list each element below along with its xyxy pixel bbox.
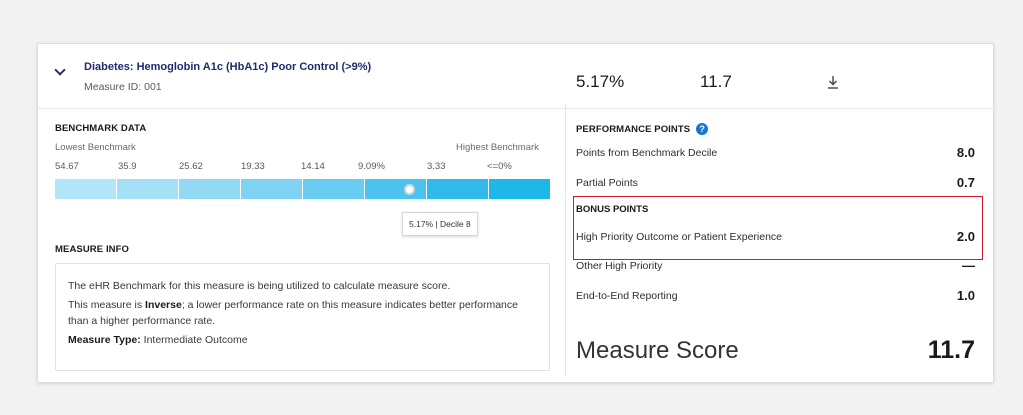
benchmark-decile-segment <box>55 179 117 199</box>
benchmark-tick: 54.67 <box>55 161 79 172</box>
benchmark-decile-segment <box>179 179 241 199</box>
download-icon[interactable] <box>826 74 840 90</box>
benchmark-decile-segment <box>241 179 303 199</box>
benchmark-decile-segment <box>489 179 550 199</box>
benchmark-decile-segment <box>427 179 489 199</box>
measure-score-label: Measure Score <box>576 337 739 364</box>
bonus-row-label: Other High Priority <box>576 260 663 272</box>
info-line-type: Measure Type: Intermediate Outcome <box>68 332 537 348</box>
performance-points-heading: PERFORMANCE POINTS <box>576 123 691 135</box>
chevron-down-icon[interactable] <box>54 64 66 76</box>
measure-type-value: Intermediate Outcome <box>140 334 248 346</box>
measure-id: Measure ID: 001 <box>84 81 162 93</box>
bonus-row-value: 1.0 <box>956 288 975 303</box>
highest-benchmark-label: Highest Benchmark <box>456 142 539 153</box>
points-row-label: Partial Points <box>576 177 638 189</box>
measure-score-value: 11.7 <box>927 336 975 364</box>
info-line-inverse: This measure is Inverse; a lower perform… <box>68 297 537 329</box>
benchmark-tick: 14.14 <box>301 161 325 172</box>
info-line-benchmark: The eHR Benchmark for this measure is be… <box>68 280 451 292</box>
bonus-points-heading: BONUS POINTS <box>576 204 649 215</box>
bonus-row-label: End-to-End Reporting <box>576 290 678 302</box>
benchmark-tick: 35.9 <box>118 161 137 172</box>
measure-title[interactable]: Diabetes: Hemoglobin A1c (HbA1c) Poor Co… <box>84 61 371 73</box>
measure-type-label: Measure Type: <box>68 334 141 346</box>
question-circle-icon[interactable]: ? <box>696 123 709 135</box>
benchmark-decile-segment <box>117 179 179 199</box>
points-row-label: Points from Benchmark Decile <box>576 147 718 159</box>
lowest-benchmark-label: Lowest Benchmark <box>55 142 136 153</box>
benchmark-tick: 25.62 <box>179 161 203 172</box>
header-score: 11.7 <box>700 72 732 91</box>
header-divider-right <box>566 108 994 109</box>
benchmark-heading: BENCHMARK DATA <box>55 123 147 134</box>
measure-card: Diabetes: Hemoglobin A1c (HbA1c) Poor Co… <box>37 43 994 383</box>
bonus-row-value: 2.0 <box>956 229 975 244</box>
performance-points-header: PERFORMANCE POINTS ? <box>576 123 709 135</box>
benchmark-decile-segment <box>303 179 365 199</box>
info-inverse-bold: Inverse <box>145 299 182 311</box>
measure-info-heading: MEASURE INFO <box>55 244 130 255</box>
header-divider <box>38 108 565 109</box>
benchmark-tick: 9.09% <box>358 161 385 172</box>
benchmark-decile-segment <box>365 179 427 199</box>
bonus-row-value: — <box>962 258 975 273</box>
performance-rate: 5.17% <box>576 72 625 91</box>
column-divider <box>565 104 566 376</box>
bonus-row-label: High Priority Outcome or Patient Experie… <box>576 231 783 243</box>
benchmark-tick: <=0% <box>487 161 512 172</box>
benchmark-bar <box>55 179 550 199</box>
measure-info-box: The eHR Benchmark for this measure is be… <box>55 263 550 371</box>
points-row-value: 8.0 <box>956 145 975 160</box>
performance-marker[interactable] <box>404 184 415 195</box>
benchmark-tick: 3.33 <box>427 161 446 172</box>
benchmark-tick: 19.33 <box>241 161 265 172</box>
decile-tooltip: 5.17% | Decile 8 <box>402 212 478 236</box>
info-inverse-pre: This measure is <box>68 299 146 311</box>
points-row-value: 0.7 <box>956 175 975 190</box>
